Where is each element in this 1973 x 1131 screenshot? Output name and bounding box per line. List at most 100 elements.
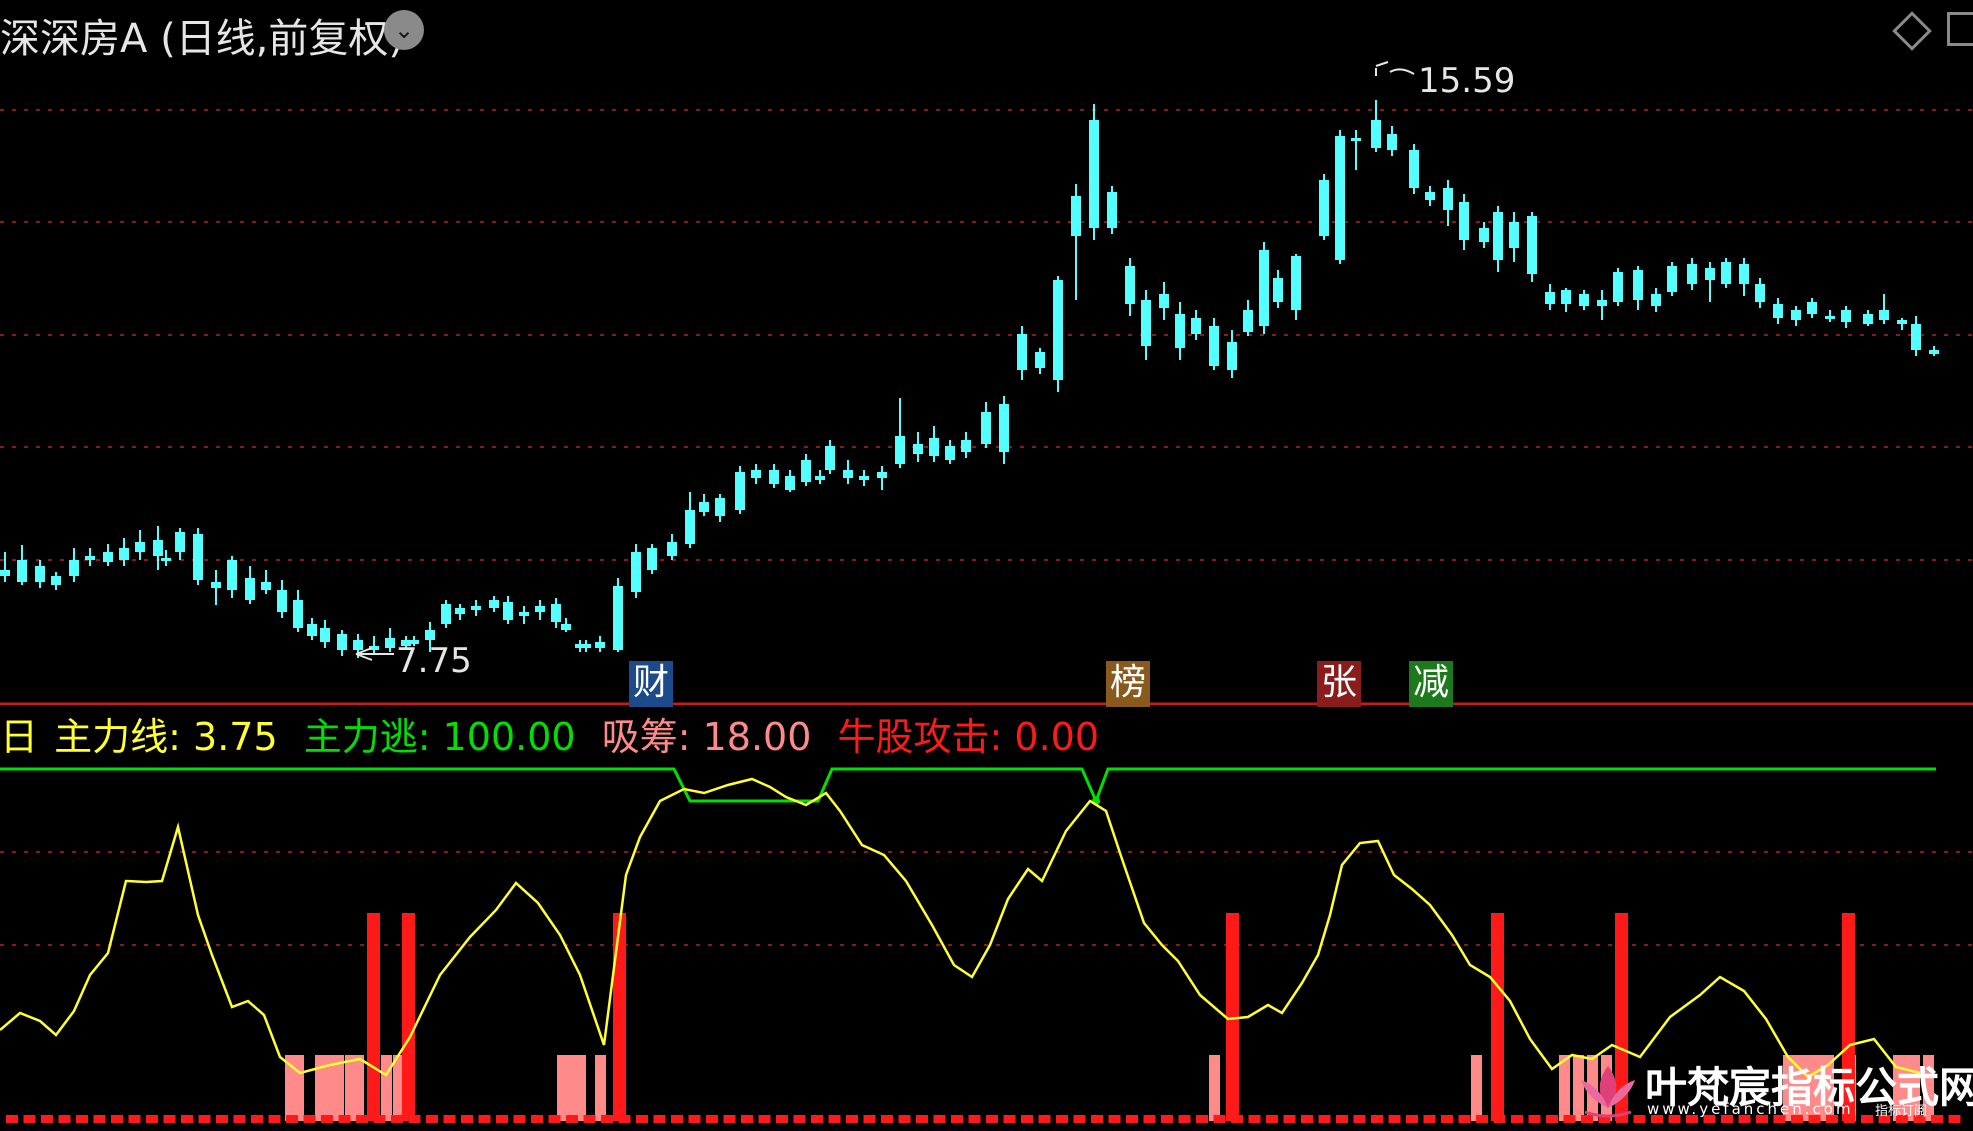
candle-body xyxy=(685,510,695,544)
absorb-bar xyxy=(353,1055,364,1121)
baseline-mark xyxy=(583,1115,596,1123)
candle-body xyxy=(425,630,435,640)
main-line xyxy=(0,777,1921,1079)
candle-body xyxy=(519,612,529,616)
baseline-mark xyxy=(321,1115,333,1123)
baseline-mark xyxy=(1056,1115,1068,1123)
escape-value: 100.00 xyxy=(442,715,576,759)
baseline-mark xyxy=(1178,1115,1191,1123)
candle-body xyxy=(1613,272,1623,302)
baseline-mark xyxy=(1406,1115,1418,1123)
candle-body xyxy=(503,602,513,620)
baseline-mark xyxy=(846,1115,858,1123)
candle-body xyxy=(785,476,795,490)
candle-body xyxy=(1929,350,1939,354)
baseline-mark xyxy=(461,1115,473,1123)
candle-body xyxy=(981,412,991,444)
attack-bar xyxy=(402,913,415,1121)
candle-body xyxy=(1035,352,1045,368)
candle-body xyxy=(161,558,171,561)
candle-body xyxy=(551,604,561,622)
baseline-mark xyxy=(1318,1115,1331,1123)
baseline-mark xyxy=(531,1115,543,1123)
candle-body xyxy=(51,576,61,585)
candle-body xyxy=(1259,250,1269,326)
baseline-mark xyxy=(1091,1115,1103,1123)
candle-body xyxy=(1425,192,1435,200)
candle-body xyxy=(1273,278,1283,302)
candle-body xyxy=(581,644,591,648)
candle-body xyxy=(353,640,363,650)
candle-body xyxy=(1825,316,1835,319)
baseline-mark xyxy=(1021,1115,1033,1123)
baseline-mark xyxy=(41,1115,53,1123)
candle-body xyxy=(455,608,465,614)
baseline-mark xyxy=(653,1115,666,1123)
event-tag-limit-up[interactable]: 张 xyxy=(1317,661,1362,707)
candle-body xyxy=(1791,310,1801,320)
baseline-mark xyxy=(1353,1115,1366,1123)
baseline-mark xyxy=(181,1115,193,1123)
main-line-label: 主力线: xyxy=(54,715,181,759)
baseline-mark xyxy=(426,1115,438,1123)
chart-title: 深深房A (日线,前复权) xyxy=(0,16,405,62)
baseline-mark xyxy=(478,1115,491,1123)
candle-body xyxy=(647,548,657,570)
baseline-mark xyxy=(233,1115,246,1123)
event-tag-finance[interactable]: 财 xyxy=(629,661,674,707)
baseline-mark xyxy=(146,1115,158,1123)
baseline-mark xyxy=(1108,1115,1121,1123)
baseline-mark xyxy=(758,1115,771,1123)
absorb-bar xyxy=(575,1055,586,1121)
candle-body xyxy=(1107,192,1117,228)
baseline-mark xyxy=(741,1115,753,1123)
candle-body xyxy=(595,642,605,648)
candle-body xyxy=(1687,264,1697,284)
candle-body xyxy=(843,470,853,478)
candle-body xyxy=(1509,222,1519,248)
absorb-bar xyxy=(1559,1055,1570,1121)
baseline-mark xyxy=(496,1115,508,1123)
candle-body xyxy=(153,540,163,556)
baseline-mark xyxy=(881,1115,893,1123)
candle-body xyxy=(320,628,330,642)
watermark-sub: 指标订阅 xyxy=(1875,1104,1928,1119)
baseline-mark xyxy=(863,1115,876,1123)
candle-body xyxy=(699,502,709,512)
baseline-mark xyxy=(1511,1115,1523,1123)
baseline-mark xyxy=(811,1115,823,1123)
baseline-mark xyxy=(601,1115,613,1123)
candle-body xyxy=(535,606,545,612)
baseline-mark xyxy=(1248,1115,1261,1123)
baseline-mark xyxy=(566,1115,578,1123)
absorb-bar xyxy=(595,1055,606,1121)
candle-body xyxy=(877,472,887,478)
attack-bar xyxy=(613,913,626,1121)
window-icon[interactable] xyxy=(1947,12,1973,46)
candle-body xyxy=(945,446,955,460)
attack-label: 牛股攻击: xyxy=(837,715,1003,759)
candle-body xyxy=(913,444,923,454)
baseline-mark xyxy=(391,1115,403,1123)
candle-body xyxy=(1545,292,1555,304)
baseline-mark xyxy=(513,1115,526,1123)
candle-body xyxy=(961,440,971,452)
event-tag-dragon-tiger[interactable]: 榜 xyxy=(1106,661,1151,707)
absorb-value: 18.00 xyxy=(702,715,812,759)
candle-body xyxy=(227,560,237,590)
baseline-mark xyxy=(723,1115,736,1123)
baseline-mark xyxy=(1336,1115,1348,1123)
candlestick-chart[interactable]: 15.59 7.75 xyxy=(0,0,1973,705)
baseline-mark xyxy=(216,1115,228,1123)
baseline-mark xyxy=(1213,1115,1226,1123)
baseline-mark xyxy=(23,1115,36,1123)
candle-body xyxy=(441,604,451,624)
chevron-down-icon[interactable]: ⌄ xyxy=(384,10,424,50)
candle-body xyxy=(1227,342,1237,370)
candle-body xyxy=(1175,314,1185,348)
candle-body xyxy=(631,552,641,592)
baseline-mark xyxy=(933,1115,946,1123)
candle-body xyxy=(337,634,347,650)
baseline-mark xyxy=(1423,1115,1436,1123)
event-tag-reduce[interactable]: 减 xyxy=(1409,661,1454,707)
